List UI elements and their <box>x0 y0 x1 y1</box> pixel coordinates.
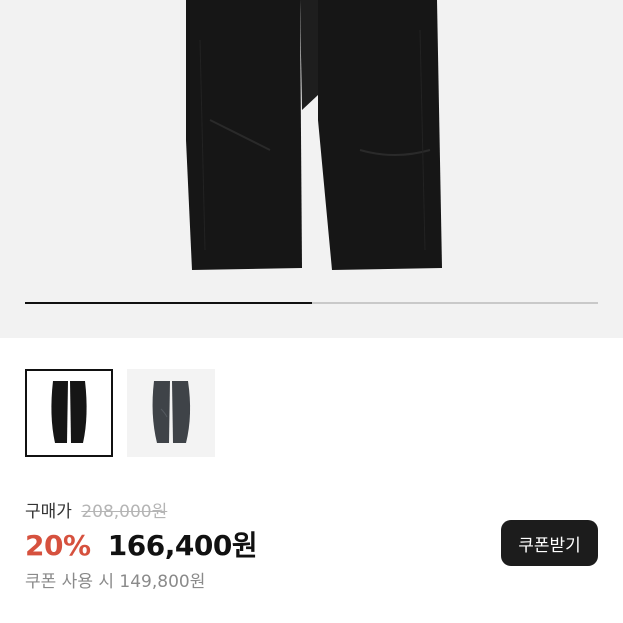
product-image <box>186 0 442 270</box>
discount-percent: 20% <box>25 529 91 562</box>
gallery-progress-bar <box>25 302 598 304</box>
get-coupon-button[interactable]: 쿠폰받기 <box>501 520 598 566</box>
thumbnail-charcoal[interactable] <box>127 369 215 457</box>
sale-price-row: 20% 166,400원 <box>25 524 258 564</box>
original-price: 208,000원 <box>81 502 168 522</box>
purchase-price-row: 구매가 208,000원 <box>25 497 167 522</box>
thumbnail-black-image <box>51 381 87 443</box>
gallery-progress-fill <box>25 302 312 304</box>
thumbnail-black[interactable] <box>25 369 113 457</box>
purchase-price-label: 구매가 <box>25 502 72 522</box>
coupon-price-text: 쿠폰 사용 시 149,800원 <box>25 572 206 592</box>
thumbnail-charcoal-image <box>152 381 191 443</box>
product-image-area[interactable] <box>0 0 623 338</box>
sale-price: 166,400원 <box>107 529 258 562</box>
